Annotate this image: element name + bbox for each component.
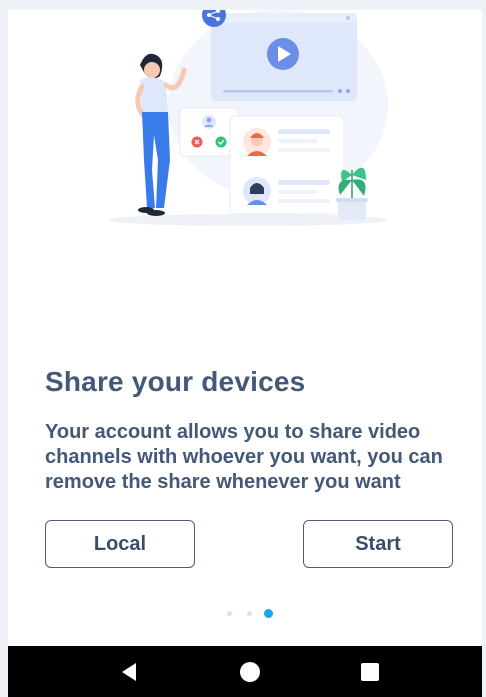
back-icon[interactable] [118,660,142,684]
page-dot-active[interactable] [264,609,273,618]
onboarding-screen: Share your devices Your account allows y… [8,10,482,646]
home-icon[interactable] [238,660,262,684]
android-navigation-bar [8,646,482,697]
page-indicator [8,609,482,619]
page-dot[interactable] [227,611,232,616]
page-dot[interactable] [247,611,252,616]
page-title: Share your devices [45,366,306,397]
start-button[interactable]: Start [303,520,453,568]
page-description: Your account allows you to share video c… [45,421,443,493]
video-player-card [211,13,357,101]
recent-apps-icon[interactable] [358,660,382,684]
accept-icon [215,136,227,148]
contacts-card [229,115,345,215]
share-devices-illustration [108,10,388,226]
local-button[interactable]: Local [45,520,195,568]
share-request-card [179,107,239,157]
